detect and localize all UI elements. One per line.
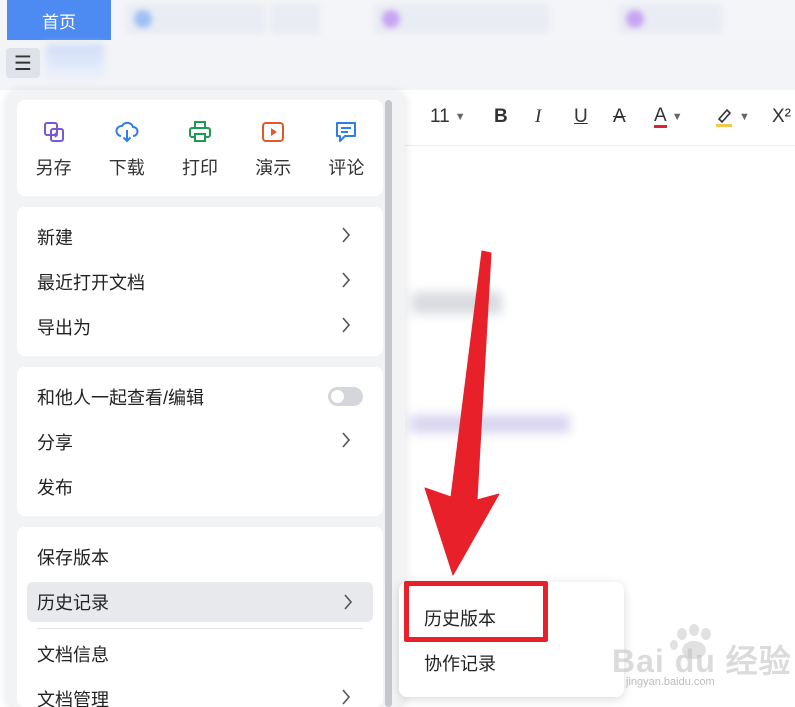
document-header-bar (0, 40, 795, 90)
highlight-button[interactable]: ▼ (714, 104, 750, 130)
menu-item-save-version[interactable]: 保存版本 (17, 534, 383, 579)
print-button[interactable]: 打印 (163, 100, 236, 196)
chevron-right-icon (342, 227, 351, 243)
menu-scrollbar[interactable] (385, 100, 392, 707)
chevron-down-icon: ▼ (739, 111, 750, 123)
tab-blurred-2[interactable] (270, 4, 320, 34)
chevron-right-icon (342, 272, 351, 288)
chevron-right-icon (342, 432, 351, 448)
menu-item-share[interactable]: 分享 (17, 419, 383, 464)
chevron-down-icon: ▼ (454, 111, 466, 123)
menu-divider (37, 628, 363, 629)
menu-item-publish[interactable]: 发布 (17, 464, 383, 509)
annotation-highlight-box (404, 581, 548, 642)
bold-button[interactable]: B (494, 104, 508, 130)
italic-button[interactable]: I (535, 104, 541, 130)
submenu-item-collab-record[interactable]: 协作记录 (424, 648, 496, 678)
coedit-toggle[interactable] (328, 387, 363, 406)
present-icon (262, 122, 285, 142)
quick-actions-card: 另存 下载 打印 演示 评论 (17, 100, 383, 196)
tab-blurred-3[interactable] (374, 4, 549, 34)
menu-item-new[interactable]: 新建 (17, 214, 383, 259)
tab-blurred-1[interactable] (126, 4, 266, 34)
chevron-right-icon (344, 594, 353, 610)
strikethrough-button[interactable]: A (613, 104, 626, 130)
font-color-button[interactable]: A ▼ (654, 104, 683, 130)
underline-button[interactable]: U (574, 104, 588, 130)
save-as-icon (43, 122, 64, 142)
download-button[interactable]: 下载 (90, 100, 163, 196)
comment-icon (336, 122, 357, 142)
chevron-down-icon: ▼ (671, 111, 683, 123)
chevron-right-icon (342, 317, 351, 333)
menu-item-doc-manage[interactable]: 文档管理 (17, 676, 383, 707)
print-icon (189, 121, 211, 142)
tab-home[interactable]: 首页 (7, 0, 111, 40)
superscript-button[interactable]: X² (772, 104, 791, 130)
tab-blurred-4[interactable] (618, 4, 723, 34)
menu-item-recent[interactable]: 最近打开文档 (17, 259, 383, 304)
menu-item-history[interactable]: 历史记录 (27, 582, 373, 622)
menu-item-coedit[interactable]: 和他人一起查看/编辑 (17, 374, 383, 419)
save-as-button[interactable]: 另存 (17, 100, 90, 196)
comment-button[interactable]: 评论 (310, 100, 383, 196)
download-icon (115, 121, 139, 143)
hamburger-menu-button[interactable]: ☰ (6, 48, 40, 78)
chevron-right-icon (342, 689, 351, 705)
present-button[interactable]: 演示 (237, 100, 310, 196)
watermark-url: jingyan.baidu.com (626, 676, 715, 688)
blurred-title (46, 44, 104, 80)
annotation-arrow-icon (424, 250, 500, 576)
menu-item-doc-info[interactable]: 文档信息 (17, 631, 383, 676)
menu-item-export[interactable]: 导出为 (17, 304, 383, 349)
font-size-select[interactable]: 11 ▼ (430, 104, 466, 130)
highlighter-icon (716, 108, 732, 127)
